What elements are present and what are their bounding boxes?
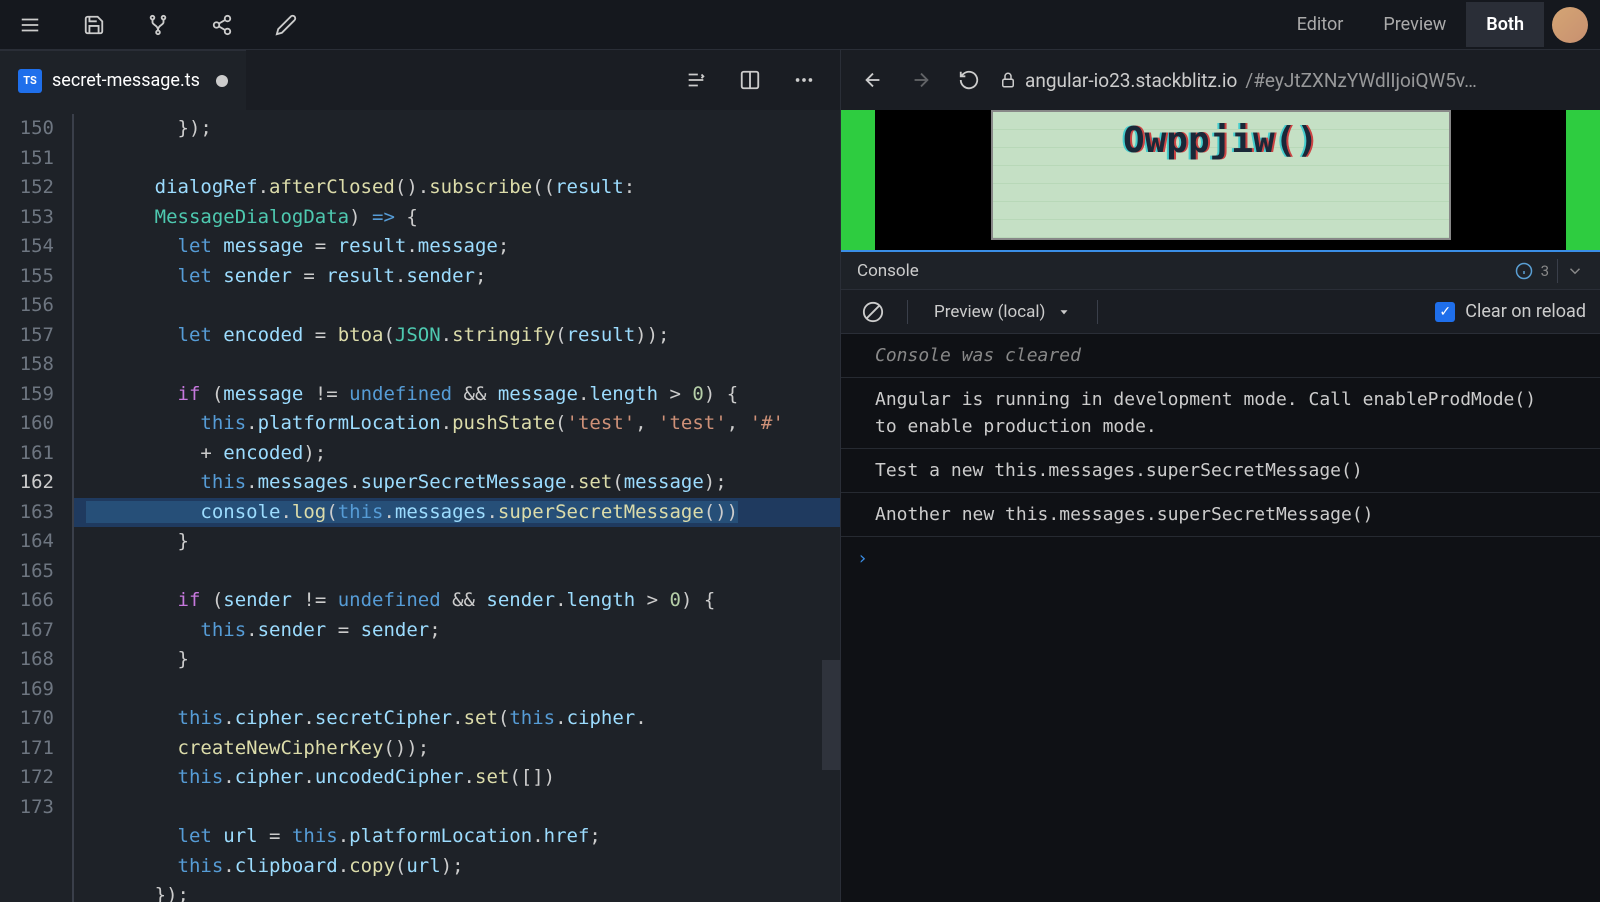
save-icon[interactable] xyxy=(76,7,112,43)
avatar[interactable] xyxy=(1552,7,1588,43)
typescript-icon: TS xyxy=(18,69,42,93)
checkbox-icon: ✓ xyxy=(1435,302,1455,322)
browser-toolbar: angular-io23.stackblitz.io /#eyJtZXNzYWdl… xyxy=(840,50,1600,110)
format-icon[interactable] xyxy=(678,62,714,98)
more-icon[interactable] xyxy=(786,62,822,98)
url-host: angular-io23.stackblitz.io xyxy=(1025,69,1237,92)
console-body[interactable]: Console was clearedAngular is running in… xyxy=(841,334,1600,902)
divider xyxy=(907,300,908,324)
console-context-label: Preview (local) xyxy=(934,302,1045,322)
view-preview-button[interactable]: Preview xyxy=(1363,2,1466,47)
toolbar-left xyxy=(12,7,304,43)
dirty-indicator-icon xyxy=(216,75,228,87)
info-icon xyxy=(1515,262,1533,280)
top-toolbar: Editor Preview Both xyxy=(0,0,1600,50)
file-tab-label: secret-message.ts xyxy=(52,70,200,91)
console-title[interactable]: Console xyxy=(857,261,919,281)
reload-icon[interactable] xyxy=(951,62,987,98)
menu-icon[interactable] xyxy=(12,7,48,43)
console-context-select[interactable]: Preview (local) xyxy=(924,298,1081,326)
divider xyxy=(1097,300,1098,324)
editor-pane[interactable]: 1501511521531541551561571581591601611621… xyxy=(0,110,840,902)
preview-content: Owppjiw() xyxy=(991,110,1451,240)
fork-icon[interactable] xyxy=(140,7,176,43)
share-icon[interactable] xyxy=(204,7,240,43)
clear-on-reload-label: Clear on reload xyxy=(1465,301,1586,322)
editor-actions xyxy=(246,50,840,110)
code-area[interactable]: }); dialogRef.afterClosed().subscribe((r… xyxy=(72,110,840,902)
preview-pane: Owppjiw() Console 3 Preview (local) xyxy=(840,110,1600,902)
console-toolbar: Preview (local) ✓ Clear on reload xyxy=(841,290,1600,334)
toolbar-right: Editor Preview Both xyxy=(1277,2,1588,47)
console-message: Console was cleared xyxy=(841,334,1600,378)
divider xyxy=(1557,259,1558,283)
file-tab[interactable]: TS secret-message.ts xyxy=(0,50,246,110)
preview-viewport[interactable]: Owppjiw() xyxy=(841,110,1600,250)
dropdown-icon xyxy=(1057,305,1071,319)
clear-on-reload-toggle[interactable]: ✓ Clear on reload xyxy=(1435,301,1586,322)
forward-icon xyxy=(903,62,939,98)
chevron-down-icon[interactable] xyxy=(1566,262,1584,280)
console-count: 3 xyxy=(1515,259,1584,283)
preview-decoration-left xyxy=(841,110,875,250)
console-message: Another new this.messages.superSecretMes… xyxy=(841,493,1600,537)
back-icon[interactable] xyxy=(855,62,891,98)
line-gutter: 1501511521531541551561571581591601611621… xyxy=(0,110,72,902)
view-both-button[interactable]: Both xyxy=(1466,2,1544,47)
editor-tabs: TS secret-message.ts xyxy=(0,50,246,110)
split-editor-icon[interactable] xyxy=(732,62,768,98)
url-path: /#eyJtZXNzYWdlIjoiQW5v… xyxy=(1245,69,1476,92)
console-prompt-icon[interactable]: › xyxy=(841,537,1600,580)
preview-text: Owppjiw() xyxy=(1123,120,1318,161)
view-editor-button[interactable]: Editor xyxy=(1277,2,1364,47)
preview-decoration-right xyxy=(1566,110,1600,250)
console-message: Angular is running in development mode. … xyxy=(841,378,1600,449)
console-header: Console 3 xyxy=(841,250,1600,290)
main-split: 1501511521531541551561571581591601611621… xyxy=(0,110,1600,902)
clear-console-icon[interactable] xyxy=(855,294,891,330)
scrollbar-thumb[interactable] xyxy=(822,660,840,770)
console-message: Test a new this.messages.superSecretMess… xyxy=(841,449,1600,493)
url-bar[interactable]: angular-io23.stackblitz.io /#eyJtZXNzYWdl… xyxy=(999,69,1586,92)
console-count-value: 3 xyxy=(1541,262,1549,280)
lock-icon xyxy=(999,71,1017,89)
edit-icon[interactable] xyxy=(268,7,304,43)
secondary-bar: TS secret-message.ts angular-io23.stackb… xyxy=(0,50,1600,110)
